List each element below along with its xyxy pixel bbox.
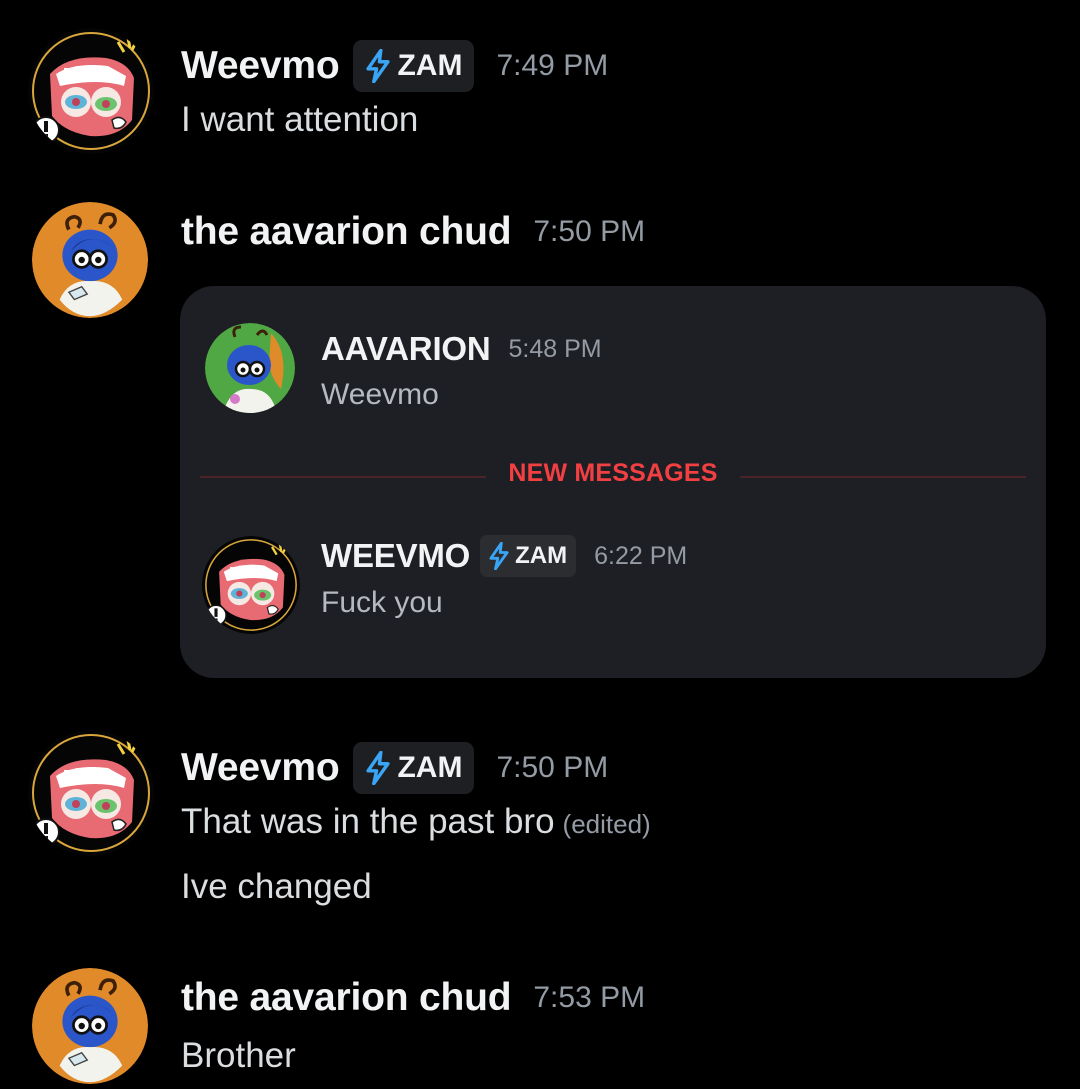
message-header: the aavarion chud 7:53 PM: [181, 976, 645, 1020]
message-text: Brother: [181, 1036, 296, 1075]
message-chud-2: the aavarion chud 7:53 PM Brother: [0, 0, 1080, 1089]
username[interactable]: the aavarion chud: [181, 976, 512, 1020]
timestamp: 7:53 PM: [533, 981, 646, 1014]
chud-avatar-icon[interactable]: [32, 968, 148, 1084]
